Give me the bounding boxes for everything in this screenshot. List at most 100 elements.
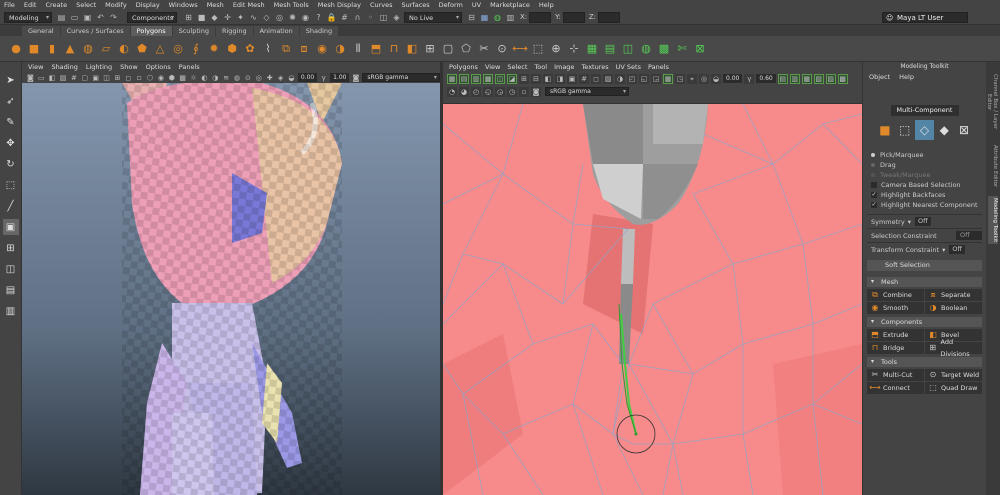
connect-icon[interactable]: ⟷ <box>512 41 528 57</box>
uv-tool-icon-a[interactable]: ◔ <box>447 87 457 97</box>
single-view-icon[interactable]: ▣ <box>2 219 19 235</box>
separate-button[interactable]: ⧈ Separate <box>925 289 982 301</box>
uv-image-icon[interactable]: ◲ <box>651 74 661 84</box>
combine-button[interactable]: ⧉ Combine <box>867 289 924 301</box>
symmetry-value[interactable]: Off <box>914 217 931 226</box>
add-divisions-button[interactable]: ⊞ Add Divisions <box>925 338 982 358</box>
menu-marketplace[interactable]: Marketplace <box>490 1 530 9</box>
undo-icon[interactable]: ↶ <box>95 12 106 23</box>
auto-map-icon[interactable]: ▩ <box>656 41 672 57</box>
boolean-icon[interactable]: ◑ <box>332 41 348 57</box>
object-mode-button[interactable]: ■ <box>875 120 895 140</box>
viewport-menu-panels[interactable]: Panels <box>179 63 200 71</box>
uv-menu-select[interactable]: Select <box>507 63 527 71</box>
rotate-tool-icon[interactable]: ↻ <box>3 156 19 172</box>
field-chart-icon[interactable]: ⊞ <box>113 73 122 83</box>
scale-tool-icon[interactable]: ⬚ <box>3 177 19 193</box>
smooth-shade-icon[interactable]: ◉ <box>157 73 166 83</box>
live-surface-icon[interactable]: ◈ <box>391 12 402 23</box>
menu-uv[interactable]: UV <box>472 1 481 9</box>
menu-select[interactable]: Select <box>76 1 96 9</box>
tweak-marquee-option[interactable]: Tweak/Marquee <box>871 170 986 180</box>
extrude-button[interactable]: ⬒ Extrude <box>867 329 924 341</box>
platonic-solid-icon[interactable]: ⬟ <box>134 41 150 57</box>
uv-tool-icon-f[interactable]: ◷ <box>507 87 517 97</box>
menu-edit[interactable]: Edit <box>24 1 37 9</box>
xray-icon[interactable]: ◎ <box>254 73 263 83</box>
highlight-nearest-option[interactable]: ✓ Highlight Nearest Component <box>871 200 986 210</box>
uv-stack-icon[interactable]: ◧ <box>543 74 553 84</box>
object-mode-icon[interactable]: ■ <box>196 12 207 23</box>
uv-select-icon[interactable]: ▦ <box>447 74 457 84</box>
select-deform-icon[interactable]: ◎ <box>274 12 285 23</box>
snap-point-icon[interactable]: ◦ <box>365 12 376 23</box>
poly-torus-icon[interactable]: ◍ <box>80 41 96 57</box>
target-weld-button[interactable]: ⊙ Target Weld <box>925 369 982 381</box>
character-model[interactable] <box>122 83 342 495</box>
uv-flip-v-icon[interactable]: ◪ <box>507 74 517 84</box>
uv-unfold-icon[interactable]: ◨ <box>555 74 565 84</box>
uv-menu-image[interactable]: Image <box>554 63 574 71</box>
uv-filter-icon[interactable]: ⌖ <box>687 74 697 84</box>
attribute-editor-tab[interactable]: Attribute Editor <box>988 144 998 188</box>
wire-on-shaded-icon[interactable]: ⬢ <box>167 73 176 83</box>
vertex-mode-button[interactable]: ⬚ <box>895 120 915 140</box>
grid-icon[interactable]: # <box>70 73 79 83</box>
poly-disc-icon[interactable]: ◐ <box>116 41 132 57</box>
highlight-backfaces-option[interactable]: ✓ Highlight Backfaces <box>871 190 986 200</box>
render-icon[interactable]: ▦ <box>479 12 490 23</box>
uv-flip-u-icon[interactable]: ◫ <box>495 74 505 84</box>
super-shape-icon[interactable]: ✿ <box>242 41 258 57</box>
cylindrical-map-icon[interactable]: ◫ <box>620 41 636 57</box>
multi-cut-button[interactable]: ✂ Multi-Cut <box>867 369 924 381</box>
uv-layout-tool-icon[interactable]: ▣ <box>567 74 577 84</box>
menu-mesh-tools[interactable]: Mesh Tools <box>274 1 309 9</box>
poly-cone-icon[interactable]: ▲ <box>62 41 78 57</box>
color-management-icon[interactable]: ◙ <box>351 73 360 83</box>
combine-icon[interactable]: ⧉ <box>278 41 294 57</box>
menu-deform[interactable]: Deform <box>439 1 463 9</box>
workspace-dropdown[interactable]: Modeling <box>4 11 52 23</box>
menu-edit-mesh[interactable]: Edit Mesh <box>233 1 265 9</box>
menu-modify[interactable]: Modify <box>105 1 127 9</box>
uv-tool-icon-d[interactable]: ◵ <box>483 87 493 97</box>
bookmark-icon[interactable]: ◧ <box>48 73 57 83</box>
uv-menu-uv-sets[interactable]: UV Sets <box>616 63 641 71</box>
uv-tool-icon-b[interactable]: ◕ <box>459 87 469 97</box>
uv-tool-icon-c[interactable]: ◴ <box>471 87 481 97</box>
modeling-toolkit-tab[interactable]: Modeling Toolkit <box>988 196 998 244</box>
uv-menu-view[interactable]: View <box>485 63 500 71</box>
snap-curve-icon[interactable]: ∩ <box>352 12 363 23</box>
select-render-icon[interactable]: ◉ <box>300 12 311 23</box>
safe-title-icon[interactable]: ◽ <box>135 73 144 83</box>
menu-display[interactable]: Display <box>136 1 160 9</box>
separate-icon[interactable]: ⧈ <box>296 41 312 57</box>
uv-distortion-icon[interactable]: ◑ <box>615 74 625 84</box>
two-view-icon[interactable]: ◫ <box>3 261 19 277</box>
uv-move-icon[interactable]: ▤ <box>459 74 469 84</box>
snap-grid-icon[interactable]: # <box>339 12 350 23</box>
mesh-section-header[interactable]: Mesh <box>867 277 982 287</box>
uv-display-image-icon[interactable]: ▦ <box>663 74 673 84</box>
perspective-viewport[interactable]: View Shading Lighting Show Options Panels ◙ ▭… <box>22 62 440 495</box>
isolate-icon[interactable]: ⊙ <box>244 73 253 83</box>
bevel-icon[interactable]: ◧ <box>404 41 420 57</box>
poly-pyramid-icon[interactable]: △ <box>152 41 168 57</box>
mirror-icon[interactable]: ⫴ <box>350 41 366 57</box>
snap-surface-icon[interactable]: ◫ <box>378 12 389 23</box>
y-field[interactable] <box>562 11 585 23</box>
select-tool-icon[interactable]: ➤ <box>3 72 19 88</box>
folder-icon[interactable]: ▤ <box>56 12 67 23</box>
film-gate-icon[interactable]: ▢ <box>80 73 89 83</box>
paint-select-icon[interactable]: ✎ <box>3 114 19 130</box>
redo-icon[interactable]: ↷ <box>108 12 119 23</box>
selection-mode-dropdown[interactable]: Components <box>127 11 177 23</box>
lights-icon[interactable]: ☼ <box>189 73 198 83</box>
ipr-icon[interactable]: ◍ <box>492 12 503 23</box>
hierarchy-icon[interactable]: ⊞ <box>183 12 194 23</box>
poly-plane-icon[interactable]: ▱ <box>98 41 114 57</box>
connect-button[interactable]: ⟷ Connect <box>867 382 924 394</box>
multi-cut-icon[interactable]: ✂ <box>476 41 492 57</box>
shelf-tab-polygons[interactable]: Polygons <box>130 26 172 36</box>
shelf-tab-sculpting[interactable]: Sculpting <box>172 26 215 36</box>
